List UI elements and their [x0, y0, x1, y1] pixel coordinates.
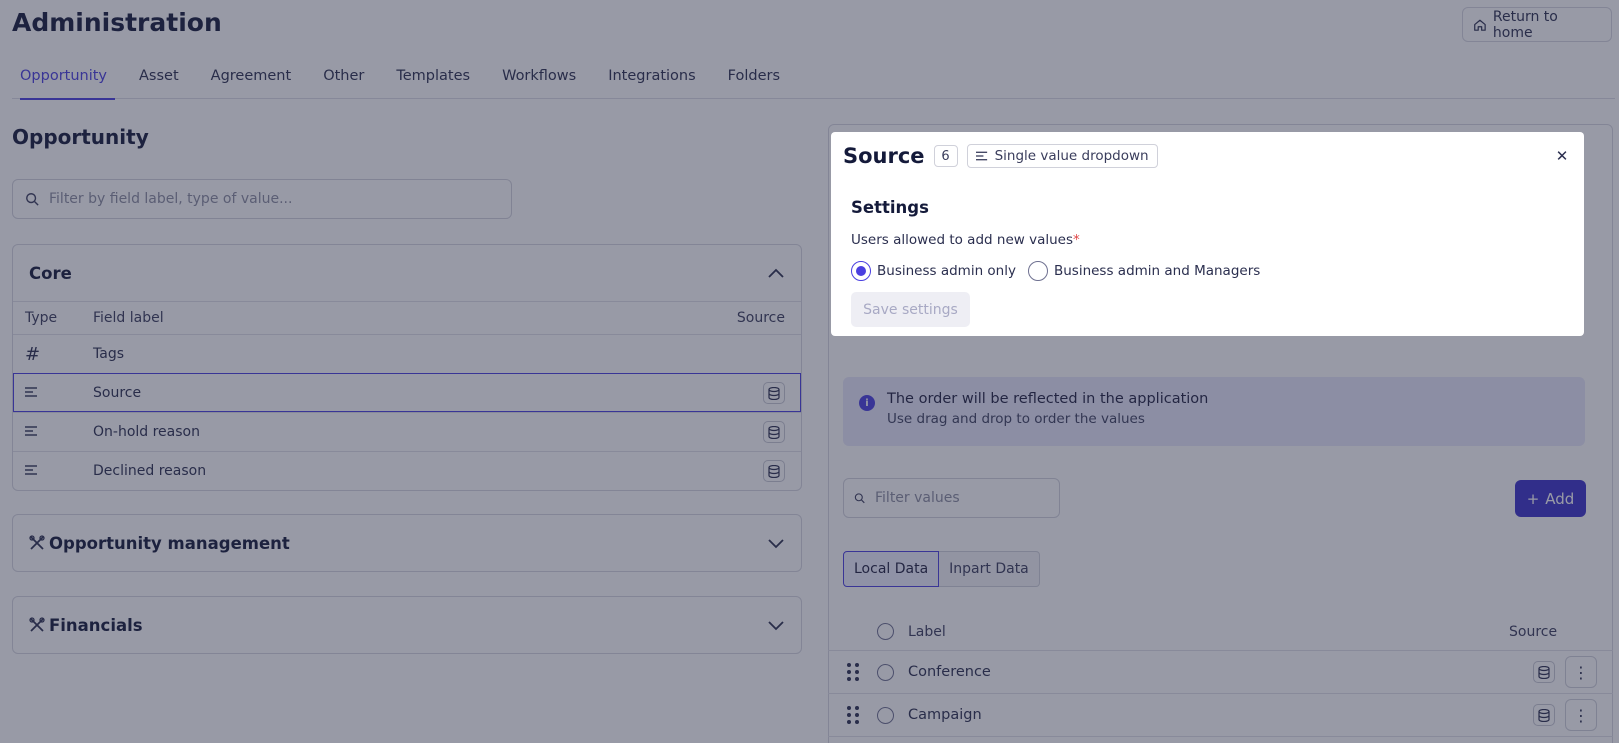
source-settings-modal: Source 6 Single value dropdown ✕ Setting…: [831, 132, 1584, 336]
close-icon[interactable]: ✕: [1552, 146, 1572, 166]
field-type-badge: Single value dropdown: [966, 144, 1158, 168]
radio-unselected-icon[interactable]: [1027, 261, 1048, 281]
users-allowed-label: Users allowed to add new values*: [851, 232, 1080, 248]
permission-radio-group: Business admin only Business admin and M…: [851, 261, 1260, 281]
radio-selected-icon[interactable]: [851, 261, 871, 281]
save-settings-button[interactable]: Save settings: [851, 292, 970, 327]
modal-backdrop[interactable]: [0, 0, 1619, 743]
value-count-badge: 6: [933, 145, 958, 167]
admin-page: Administration Return to home Opportunit…: [0, 0, 1619, 743]
required-mark: *: [1073, 232, 1080, 248]
list-icon: [975, 151, 987, 161]
modal-title: Source: [843, 144, 925, 168]
radio-business-admin-only[interactable]: Business admin only: [851, 261, 1016, 281]
field-type-label: Single value dropdown: [994, 148, 1149, 164]
radio-label: Business admin only: [877, 263, 1016, 279]
users-allowed-text: Users allowed to add new values: [851, 232, 1073, 248]
radio-label: Business admin and Managers: [1053, 263, 1261, 279]
modal-header: Source 6 Single value dropdown: [843, 144, 1158, 168]
radio-business-admin-and-managers[interactable]: Business admin and Managers: [1027, 261, 1261, 281]
settings-heading: Settings: [851, 198, 929, 217]
